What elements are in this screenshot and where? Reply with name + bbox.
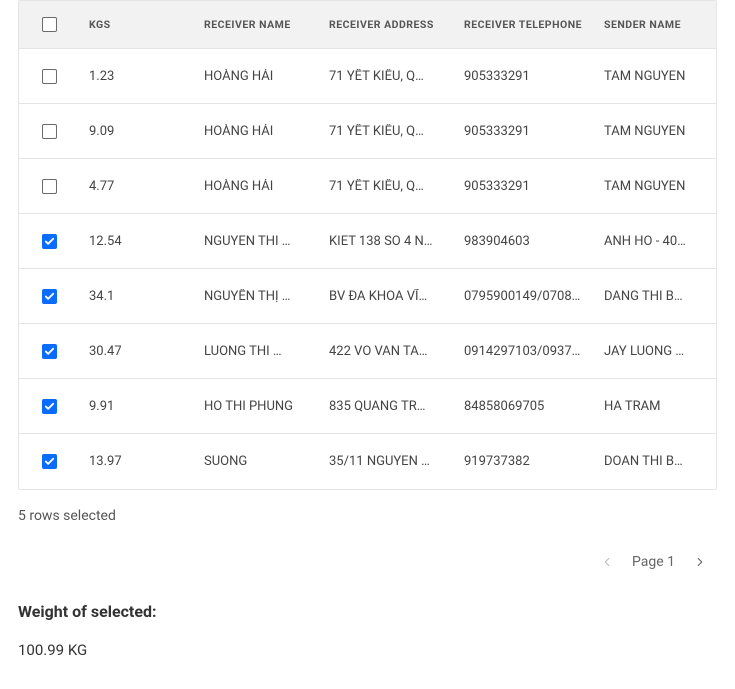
cell-receiver-telephone: 905333291 — [454, 124, 594, 139]
row-checkbox[interactable] — [42, 289, 57, 304]
row-checkbox-cell — [19, 289, 79, 304]
cell-receiver-telephone: 905333291 — [454, 179, 594, 194]
row-checkbox-cell — [19, 179, 79, 194]
row-checkbox-cell — [19, 124, 79, 139]
table-row[interactable]: 9.09HOÀNG HẢI71 YẾT KIÊU, Q…905333291TAM… — [19, 104, 716, 159]
row-checkbox[interactable] — [42, 124, 57, 139]
cell-receiver-telephone: 84858069705 — [454, 399, 594, 414]
weight-selected-value: 100.99 KG — [18, 641, 717, 659]
cell-receiver-address: 71 YẾT KIÊU, Q… — [319, 179, 454, 194]
cell-kgs: 9.09 — [79, 124, 194, 139]
cell-sender-name: TAM NGUYEN — [594, 124, 716, 139]
row-checkbox-cell — [19, 399, 79, 414]
cell-receiver-name: HOÀNG HẢI — [194, 179, 319, 194]
cell-receiver-telephone: 919737382 — [454, 454, 594, 469]
cell-sender-name: HA TRAM — [594, 399, 716, 414]
weight-selected-label: Weight of selected: — [18, 570, 717, 641]
table-row[interactable]: 4.77HOÀNG HẢI71 YẾT KIÊU, Q…905333291TAM… — [19, 159, 716, 214]
row-checkbox[interactable] — [42, 69, 57, 84]
cell-receiver-name: SUONG — [194, 454, 319, 469]
table-row[interactable]: 13.97SUONG35/11 NGUYEN …919737382DOAN TH… — [19, 434, 716, 489]
row-checkbox[interactable] — [42, 344, 57, 359]
chevron-left-icon[interactable] — [600, 555, 614, 569]
cell-receiver-name: NGUYỄN THỊ … — [194, 289, 319, 304]
cell-sender-name: TAM NGUYEN — [594, 69, 716, 84]
row-checkbox-cell — [19, 69, 79, 84]
pager: Page 1 — [18, 554, 717, 570]
row-checkbox-cell — [19, 234, 79, 249]
cell-kgs: 12.54 — [79, 234, 194, 249]
cell-kgs: 1.23 — [79, 69, 194, 84]
cell-sender-name: DANG THI B… — [594, 289, 716, 304]
cell-receiver-name: HOÀNG HẢI — [194, 69, 319, 84]
shipments-table: KGS RECEIVER NAME RECEIVER ADDRESS RECEI… — [18, 0, 717, 490]
cell-receiver-telephone: 983904603 — [454, 234, 594, 249]
cell-receiver-address: 71 YẾT KIÊU, Q… — [319, 124, 454, 139]
cell-receiver-address: 835 QUANG TR… — [319, 399, 454, 414]
cell-receiver-address: 422 VO VAN TA… — [319, 344, 454, 359]
cell-receiver-telephone: 0914297103/0937… — [454, 344, 594, 359]
cell-receiver-address: 71 YẾT KIÊU, Q… — [319, 69, 454, 84]
row-checkbox[interactable] — [42, 399, 57, 414]
cell-sender-name: JAY LUONG … — [594, 344, 716, 359]
table-header-row: KGS RECEIVER NAME RECEIVER ADDRESS RECEI… — [19, 1, 716, 49]
row-checkbox[interactable] — [42, 454, 57, 469]
row-checkbox-cell — [19, 344, 79, 359]
cell-sender-name: ANH HO - 40… — [594, 234, 716, 249]
cell-receiver-name: NGUYEN THI … — [194, 234, 319, 249]
cell-receiver-name: HO THI PHUNG — [194, 399, 319, 414]
row-checkbox[interactable] — [42, 234, 57, 249]
cell-kgs: 13.97 — [79, 454, 194, 469]
cell-receiver-name: HOÀNG HẢI — [194, 124, 319, 139]
cell-kgs: 34.1 — [79, 289, 194, 304]
rows-selected-text: 5 rows selected — [18, 490, 717, 554]
table-row[interactable]: 34.1NGUYỄN THỊ …BV ĐA KHOA VĨ…0795900149… — [19, 269, 716, 324]
header-receiver-address[interactable]: RECEIVER ADDRESS — [319, 18, 454, 31]
cell-kgs: 30.47 — [79, 344, 194, 359]
table-row[interactable]: 9.91HO THI PHUNG835 QUANG TR…84858069705… — [19, 379, 716, 434]
cell-kgs: 4.77 — [79, 179, 194, 194]
header-sender-name[interactable]: SENDER NAME — [594, 18, 716, 31]
header-receiver-name[interactable]: RECEIVER NAME — [194, 18, 319, 31]
row-checkbox[interactable] — [42, 179, 57, 194]
cell-kgs: 9.91 — [79, 399, 194, 414]
table-row[interactable]: 30.47LUONG THI …422 VO VAN TA…0914297103… — [19, 324, 716, 379]
header-kgs[interactable]: KGS — [79, 18, 194, 31]
cell-sender-name: TAM NGUYEN — [594, 179, 716, 194]
cell-receiver-address: 35/11 NGUYEN … — [319, 454, 454, 469]
row-checkbox-cell — [19, 454, 79, 469]
page-indicator: Page 1 — [632, 554, 675, 570]
table-row[interactable]: 12.54NGUYEN THI …KIET 138 SO 4 N…9839046… — [19, 214, 716, 269]
cell-receiver-telephone: 0795900149/0708… — [454, 289, 594, 304]
cell-receiver-name: LUONG THI … — [194, 344, 319, 359]
cell-receiver-address: BV ĐA KHOA VĨ… — [319, 289, 454, 304]
table-row[interactable]: 1.23HOÀNG HẢI71 YẾT KIÊU, Q…905333291TAM… — [19, 49, 716, 104]
cell-receiver-address: KIET 138 SO 4 N… — [319, 234, 454, 249]
header-checkbox-cell — [19, 17, 79, 32]
chevron-right-icon[interactable] — [693, 555, 707, 569]
select-all-checkbox[interactable] — [42, 17, 57, 32]
cell-receiver-telephone: 905333291 — [454, 69, 594, 84]
cell-sender-name: DOAN THI B… — [594, 454, 716, 469]
header-receiver-telephone[interactable]: RECEIVER TELEPHONE — [454, 18, 594, 31]
